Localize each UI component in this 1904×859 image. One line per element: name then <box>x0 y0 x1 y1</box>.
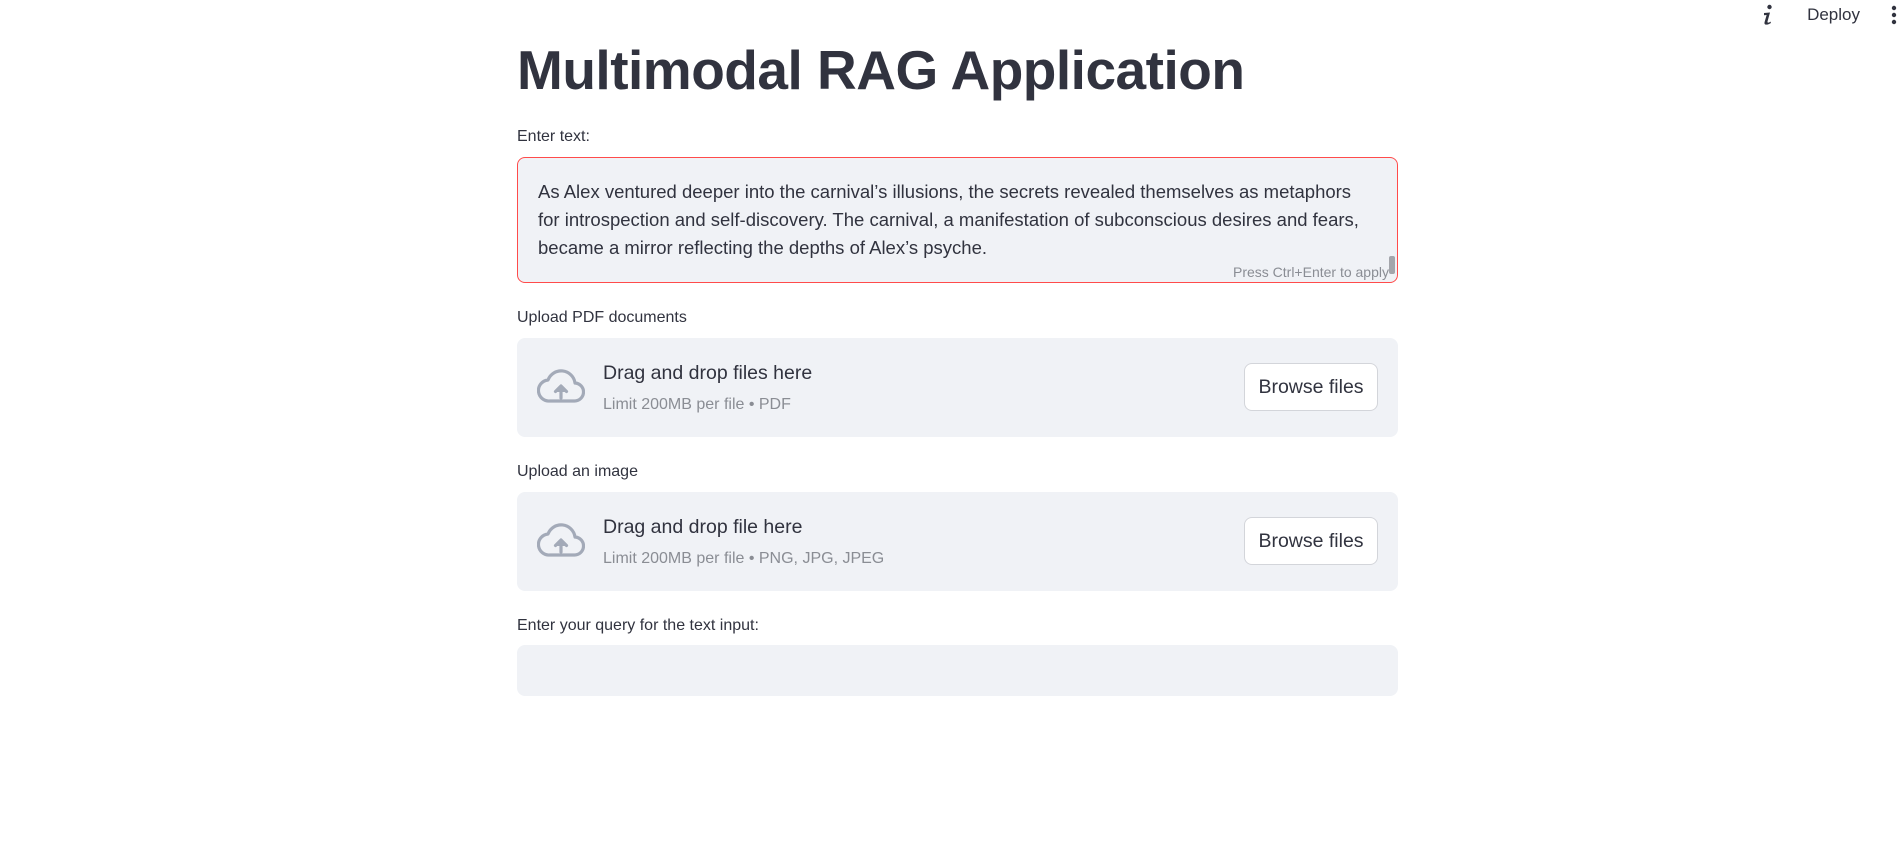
image-dropzone[interactable]: Drag and drop file here Limit 200MB per … <box>517 492 1398 591</box>
deploy-button[interactable]: Deploy <box>1807 5 1860 25</box>
vertical-dots-icon[interactable] <box>1884 0 1904 30</box>
text-area[interactable]: As Alex ventured deeper into the carniva… <box>517 157 1398 283</box>
top-toolbar: Deploy <box>1753 0 1904 30</box>
pdf-browse-files-button[interactable]: Browse files <box>1244 363 1378 411</box>
page-title: Multimodal RAG Application <box>517 39 1245 101</box>
pdf-upload-label: Upload PDF documents <box>517 309 687 326</box>
pdf-dropzone-title: Drag and drop files here <box>603 362 813 384</box>
cloud-upload-icon <box>536 522 586 560</box>
query-label: Enter your query for the text input: <box>517 617 759 634</box>
image-dropzone-limit: Limit 200MB per file • PNG, JPG, JPEG <box>603 550 885 567</box>
apply-hint: Press Ctrl+Enter to apply <box>1232 264 1389 280</box>
pdf-dropzone[interactable]: Drag and drop files here Limit 200MB per… <box>517 338 1398 437</box>
textarea-resize-handle[interactable] <box>1389 256 1395 274</box>
pdf-dropzone-limit: Limit 200MB per file • PDF <box>603 396 791 413</box>
info-icon[interactable] <box>1753 0 1783 30</box>
image-browse-files-button[interactable]: Browse files <box>1244 517 1378 565</box>
image-upload-label: Upload an image <box>517 463 638 480</box>
text-input-label: Enter text: <box>517 128 590 145</box>
query-input[interactable] <box>517 645 1398 696</box>
image-dropzone-title: Drag and drop file here <box>603 516 803 538</box>
cloud-upload-icon <box>536 368 586 406</box>
text-area-value: As Alex ventured deeper into the carniva… <box>538 181 1359 258</box>
